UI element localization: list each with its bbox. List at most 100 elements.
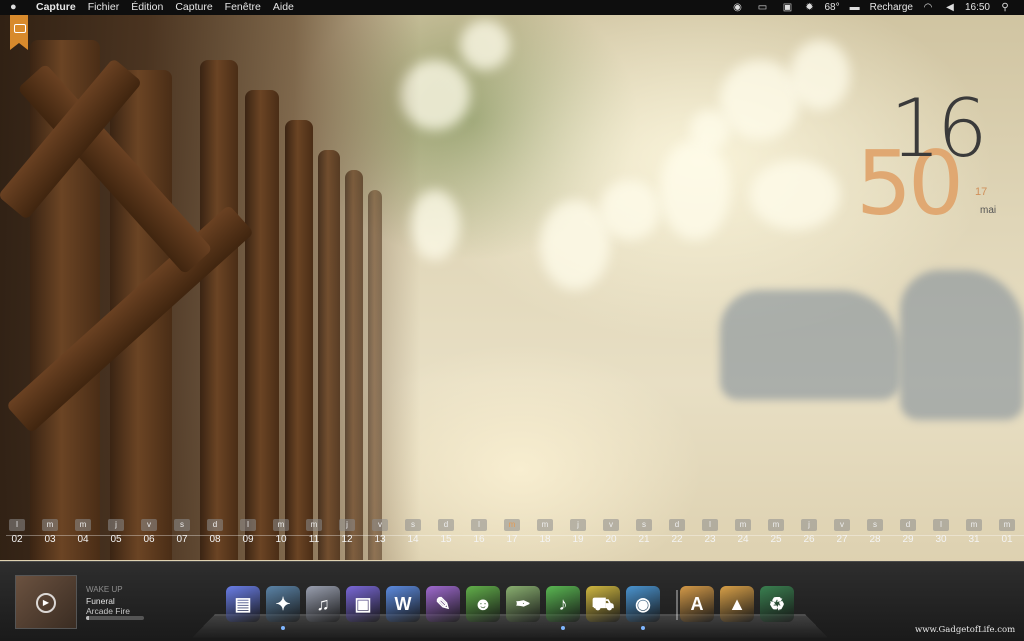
temperature-label[interactable]: 68°	[824, 0, 839, 15]
fence-picket	[345, 170, 363, 560]
calendar-strip: l 02 m 03 m 04 j 05 v 06 s 07 d 08 l 09 m 10 m 11 j 12 v 13 s 14 d…	[6, 519, 1024, 551]
calendar-weekday: v	[372, 519, 388, 531]
calendar-day[interactable]: d 15	[435, 519, 457, 551]
track-title: Funeral	[86, 596, 115, 606]
calendar-day[interactable]: l 16	[468, 519, 490, 551]
calendar-date: 17	[506, 534, 518, 545]
calendar-date: 20	[605, 534, 617, 545]
calendar-day[interactable]: v 20	[600, 519, 622, 551]
fence-picket	[245, 90, 279, 560]
calendar-date: 30	[935, 534, 947, 545]
clock-day: 17	[975, 186, 988, 198]
calendar-day[interactable]: d 29	[897, 519, 919, 551]
fence-picket	[200, 60, 238, 560]
camera-icon[interactable]: ◉	[626, 586, 660, 622]
truck-icon[interactable]: ⛟	[586, 586, 620, 622]
calendar-day[interactable]: j 05	[105, 519, 127, 551]
calendar-day[interactable]: m 11	[303, 519, 325, 551]
bookmark-tab-icon[interactable]	[10, 15, 28, 50]
calendar-day[interactable]: v 27	[831, 519, 853, 551]
calendar-weekday: d	[669, 519, 685, 531]
calendar-day[interactable]: m 18	[534, 519, 556, 551]
safari-icon[interactable]: ✦	[266, 586, 300, 622]
calendar-day[interactable]: j 26	[798, 519, 820, 551]
quill-icon[interactable]: ✒	[506, 586, 540, 622]
keyboard-icon[interactable]: ▭	[752, 0, 772, 15]
android-icon[interactable]: ☻	[466, 586, 500, 622]
weather-icon[interactable]: ✹	[802, 0, 816, 15]
calendar-weekday: m	[42, 519, 58, 531]
calendar-day[interactable]: m 17	[501, 519, 523, 551]
calendar-day[interactable]: l 30	[930, 519, 952, 551]
volume-icon[interactable]: ◀	[943, 0, 957, 15]
calendar-day[interactable]: v 06	[138, 519, 160, 551]
wifi-icon[interactable]: ◠	[921, 0, 935, 15]
calendar-date: 21	[638, 534, 650, 545]
play-pause-icon[interactable]: ▶	[36, 593, 56, 613]
track-progress-fill	[86, 616, 89, 620]
display-icon[interactable]: ▣	[780, 0, 794, 15]
calendar-weekday: m	[735, 519, 751, 531]
calendar-day[interactable]: s 07	[171, 519, 193, 551]
calendar-weekday: l	[9, 519, 25, 531]
running-indicator	[561, 626, 565, 630]
calendar-weekday: v	[834, 519, 850, 531]
calendar-date: 25	[770, 534, 782, 545]
calendar-weekday: d	[207, 519, 223, 531]
calendar-weekday: d	[438, 519, 454, 531]
finder-icon[interactable]: ▤	[226, 586, 260, 622]
battery-icon[interactable]: ▬	[848, 0, 862, 15]
calendar-day[interactable]: s 21	[633, 519, 655, 551]
track-album: WAKE UP	[86, 585, 123, 594]
bokeh-light	[690, 110, 730, 150]
calendar-day[interactable]: m 31	[963, 519, 985, 551]
calendar-day[interactable]: j 19	[567, 519, 589, 551]
calendar-day[interactable]: m 01	[996, 519, 1018, 551]
bokeh-light	[750, 160, 840, 230]
calendar-day[interactable]: s 28	[864, 519, 886, 551]
calendar-day[interactable]: d 22	[666, 519, 688, 551]
menu-edition[interactable]: Édition	[131, 0, 163, 15]
folder-b-icon[interactable]: ▲	[720, 586, 754, 622]
folder-a-icon[interactable]: A	[680, 586, 714, 622]
trash-icon[interactable]: ♻	[760, 586, 794, 622]
bokeh-light	[790, 40, 850, 110]
battery-status[interactable]: Recharge	[870, 0, 913, 15]
calendar-day[interactable]: m 24	[732, 519, 754, 551]
calendar-day[interactable]: m 03	[39, 519, 61, 551]
itunes-icon[interactable]: ♫	[306, 586, 340, 622]
search-icon[interactable]: ⚲	[998, 0, 1012, 15]
menu-fenetre[interactable]: Fenêtre	[225, 0, 261, 15]
calendar-date: 31	[968, 534, 980, 545]
rss-icon[interactable]: ◉	[730, 0, 744, 15]
bokeh-light	[660, 140, 730, 240]
calendar-day[interactable]: m 04	[72, 519, 94, 551]
clock-hours: 16	[890, 82, 988, 175]
calendar-day[interactable]: l 23	[699, 519, 721, 551]
calendar-date: 19	[572, 534, 584, 545]
calendar-day[interactable]: l 09	[237, 519, 259, 551]
calendar-day[interactable]: s 14	[402, 519, 424, 551]
menu-app-name[interactable]: Capture	[36, 0, 76, 15]
calendar-weekday: m	[999, 519, 1015, 531]
menu-capture[interactable]: Capture	[175, 0, 212, 15]
photo-icon[interactable]: ▣	[346, 586, 380, 622]
album-art[interactable]: ▶	[15, 575, 77, 629]
calendar-day[interactable]: j 12	[336, 519, 358, 551]
calendar-date: 04	[77, 534, 89, 545]
menu-clock[interactable]: 16:50	[965, 0, 990, 15]
apple-menu-icon[interactable]: ●	[10, 0, 24, 15]
calendar-day[interactable]: d 08	[204, 519, 226, 551]
calendar-day[interactable]: m 10	[270, 519, 292, 551]
calendar-day[interactable]: m 25	[765, 519, 787, 551]
menu-aide[interactable]: Aide	[273, 0, 294, 15]
menu-fichier[interactable]: Fichier	[88, 0, 120, 15]
track-progress-bar[interactable]	[86, 616, 144, 620]
word-icon[interactable]: W	[386, 586, 420, 622]
music-icon[interactable]: ♪	[546, 586, 580, 622]
calendar-weekday: l	[702, 519, 718, 531]
calendar-day[interactable]: v 13	[369, 519, 391, 551]
calendar-day[interactable]: l 02	[6, 519, 28, 551]
calendar-date: 09	[242, 534, 254, 545]
feather-icon[interactable]: ✎	[426, 586, 460, 622]
